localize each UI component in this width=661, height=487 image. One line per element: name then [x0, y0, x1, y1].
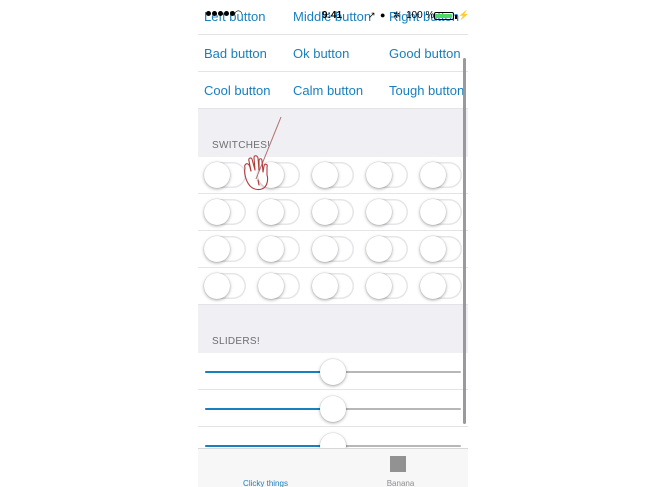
toggle-switch[interactable]: [312, 162, 354, 188]
slider-track[interactable]: [205, 359, 461, 385]
switch-knob: [204, 162, 230, 188]
switch-knob: [366, 199, 392, 225]
charging-icon: ⚡: [458, 10, 468, 20]
switches-header-label: SWITCHES!: [212, 140, 271, 151]
switch-knob: [204, 199, 230, 225]
cool-button[interactable]: Cool button: [204, 83, 271, 98]
toggle-switch[interactable]: [204, 162, 246, 188]
button-row-3: Cool button Calm button Tough button: [198, 72, 468, 109]
battery-icon: [434, 12, 454, 20]
toggle-switch[interactable]: [420, 199, 462, 225]
slider-row: [198, 390, 468, 427]
switch-knob: [258, 199, 284, 225]
toggle-switch[interactable]: [204, 273, 246, 299]
switch-knob: [312, 162, 338, 188]
wifi-icon: ◠: [234, 9, 243, 20]
slider-track[interactable]: [205, 396, 461, 422]
good-button[interactable]: Good button: [389, 46, 461, 61]
slider-track[interactable]: [205, 433, 461, 459]
toggle-switch[interactable]: [312, 236, 354, 262]
toggle-switch[interactable]: [366, 162, 408, 188]
switch-row: [198, 157, 468, 194]
switch-knob: [366, 162, 392, 188]
scroll-indicator[interactable]: [463, 58, 466, 424]
slider-row: [198, 353, 468, 390]
tab-bar: Clicky things Banana: [198, 448, 468, 487]
toggle-switch[interactable]: [312, 199, 354, 225]
sliders-header-label: SLIDERS!: [212, 336, 260, 347]
location-icon: ↗: [368, 10, 376, 20]
toggle-switch[interactable]: [366, 273, 408, 299]
switch-knob: [420, 236, 446, 262]
toggle-switch[interactable]: [420, 236, 462, 262]
switch-knob: [258, 273, 284, 299]
tab-clicky-things[interactable]: Clicky things: [198, 449, 333, 487]
sliders-section-header: SLIDERS!: [198, 305, 468, 353]
status-bar: ◠ 9:41 ↗ ● ✲ 100 % ⚡: [198, 8, 468, 24]
toggle-switch[interactable]: [258, 199, 300, 225]
switch-knob: [312, 236, 338, 262]
toggle-switch[interactable]: [258, 273, 300, 299]
calm-button[interactable]: Calm button: [293, 83, 363, 98]
bluetooth-icon: ✲: [393, 10, 401, 20]
switch-knob: [420, 162, 446, 188]
switches-section-header: SWITCHES!: [198, 109, 468, 157]
switch-knob: [258, 162, 284, 188]
tab-banana-label: Banana: [386, 479, 415, 487]
toggle-switch[interactable]: [204, 236, 246, 262]
phone-screen: ◠ 9:41 ↗ ● ✲ 100 % ⚡ Left button Middle …: [198, 0, 468, 487]
toggle-switch[interactable]: [366, 199, 408, 225]
status-time: 9:41: [322, 10, 343, 21]
toggle-switch[interactable]: [420, 273, 462, 299]
toggle-switch[interactable]: [366, 236, 408, 262]
switch-knob: [366, 273, 392, 299]
switch-knob: [366, 236, 392, 262]
toggle-switch[interactable]: [204, 199, 246, 225]
bad-button[interactable]: Bad button: [204, 46, 267, 61]
toggle-switch[interactable]: [312, 273, 354, 299]
switch-knob: [204, 273, 230, 299]
battery-percent: 100 %: [406, 10, 435, 21]
toggle-switch[interactable]: [258, 236, 300, 262]
switch-row: [198, 231, 468, 268]
slider-fill: [205, 445, 333, 447]
button-row-2: Bad button Ok button Good button: [198, 35, 468, 72]
switch-knob: [204, 236, 230, 262]
toggle-switch[interactable]: [258, 162, 300, 188]
switch-row: [198, 194, 468, 231]
switch-knob: [312, 199, 338, 225]
switch-knob: [312, 273, 338, 299]
cellular-signal-icon: [206, 11, 235, 16]
slider-fill: [205, 371, 333, 373]
switch-knob: [258, 236, 284, 262]
battery-nub: [455, 15, 457, 19]
square-tab-icon: [390, 456, 406, 472]
slider-fill: [205, 408, 333, 410]
alarm-icon: ●: [380, 10, 386, 20]
switch-row: [198, 268, 468, 305]
toggle-switch[interactable]: [420, 162, 462, 188]
switch-knob: [420, 199, 446, 225]
switch-knob: [420, 273, 446, 299]
slider-thumb[interactable]: [320, 396, 346, 422]
tab-clicky-things-label: Clicky things: [243, 479, 288, 487]
ok-button[interactable]: Ok button: [293, 46, 349, 61]
slider-thumb[interactable]: [320, 359, 346, 385]
tough-button[interactable]: Tough button: [389, 83, 464, 98]
tab-banana[interactable]: Banana: [333, 449, 468, 487]
